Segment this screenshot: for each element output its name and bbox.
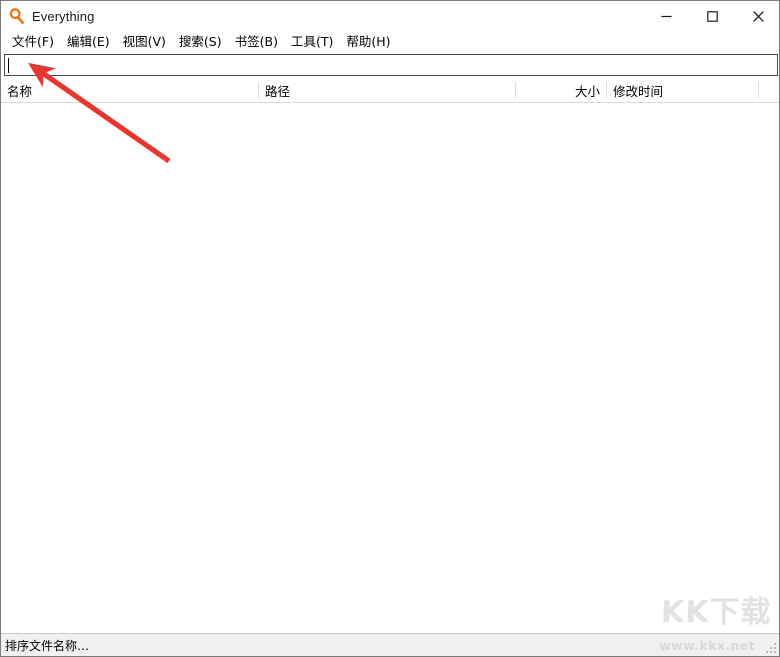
column-header-size[interactable]: 大小 (516, 79, 606, 102)
maximize-button[interactable] (689, 1, 735, 31)
title-bar[interactable]: Everything (1, 1, 779, 31)
menu-item-view[interactable]: 视图(V) (117, 33, 173, 51)
close-button[interactable] (735, 1, 779, 31)
column-header-name-label: 名称 (7, 84, 33, 99)
window-title: Everything (32, 8, 95, 24)
menu-item-bookmarks[interactable]: 书签(B) (229, 33, 285, 51)
close-icon (752, 10, 764, 22)
maximize-icon (706, 10, 718, 22)
status-bar: 排序文件名称… www.kkx.net (1, 633, 779, 656)
column-header-date-modified-label: 修改时间 (613, 84, 664, 99)
menu-item-help[interactable]: 帮助(H) (340, 33, 397, 51)
column-header-row: 名称 路径 大小 修改时间 (1, 79, 779, 103)
search-box[interactable] (4, 54, 778, 76)
column-header-size-label: 大小 (574, 84, 600, 99)
results-list[interactable] (1, 103, 779, 634)
menu-item-tools[interactable]: 工具(T) (285, 33, 340, 51)
text-caret (8, 58, 9, 73)
column-header-date-modified[interactable]: 修改时间 (607, 79, 758, 102)
caption-button-group (643, 1, 779, 31)
column-header-path-label: 路径 (265, 84, 291, 99)
resize-grip-icon[interactable] (765, 641, 778, 654)
menu-bar: 文件(F) 编辑(E) 视图(V) 搜索(S) 书签(B) 工具(T) 帮助(H… (1, 31, 779, 52)
status-text: 排序文件名称… (5, 638, 90, 653)
column-header-name[interactable]: 名称 (1, 79, 259, 102)
minimize-button[interactable] (643, 1, 689, 31)
column-header-path[interactable]: 路径 (259, 79, 515, 102)
magnifier-icon (8, 7, 26, 25)
everything-window: Everything 文件(F) 编辑(E) 视图(V) 搜索(S) 书签(B)… (0, 0, 780, 657)
status-watermark-url: www.kkx.net (659, 637, 755, 653)
search-input[interactable] (8, 56, 777, 74)
menu-item-edit[interactable]: 编辑(E) (61, 33, 117, 51)
menu-item-file[interactable]: 文件(F) (6, 33, 61, 51)
minimize-icon (661, 15, 671, 17)
menu-item-search[interactable]: 搜索(S) (173, 33, 229, 51)
column-divider-date-end[interactable] (758, 82, 759, 99)
